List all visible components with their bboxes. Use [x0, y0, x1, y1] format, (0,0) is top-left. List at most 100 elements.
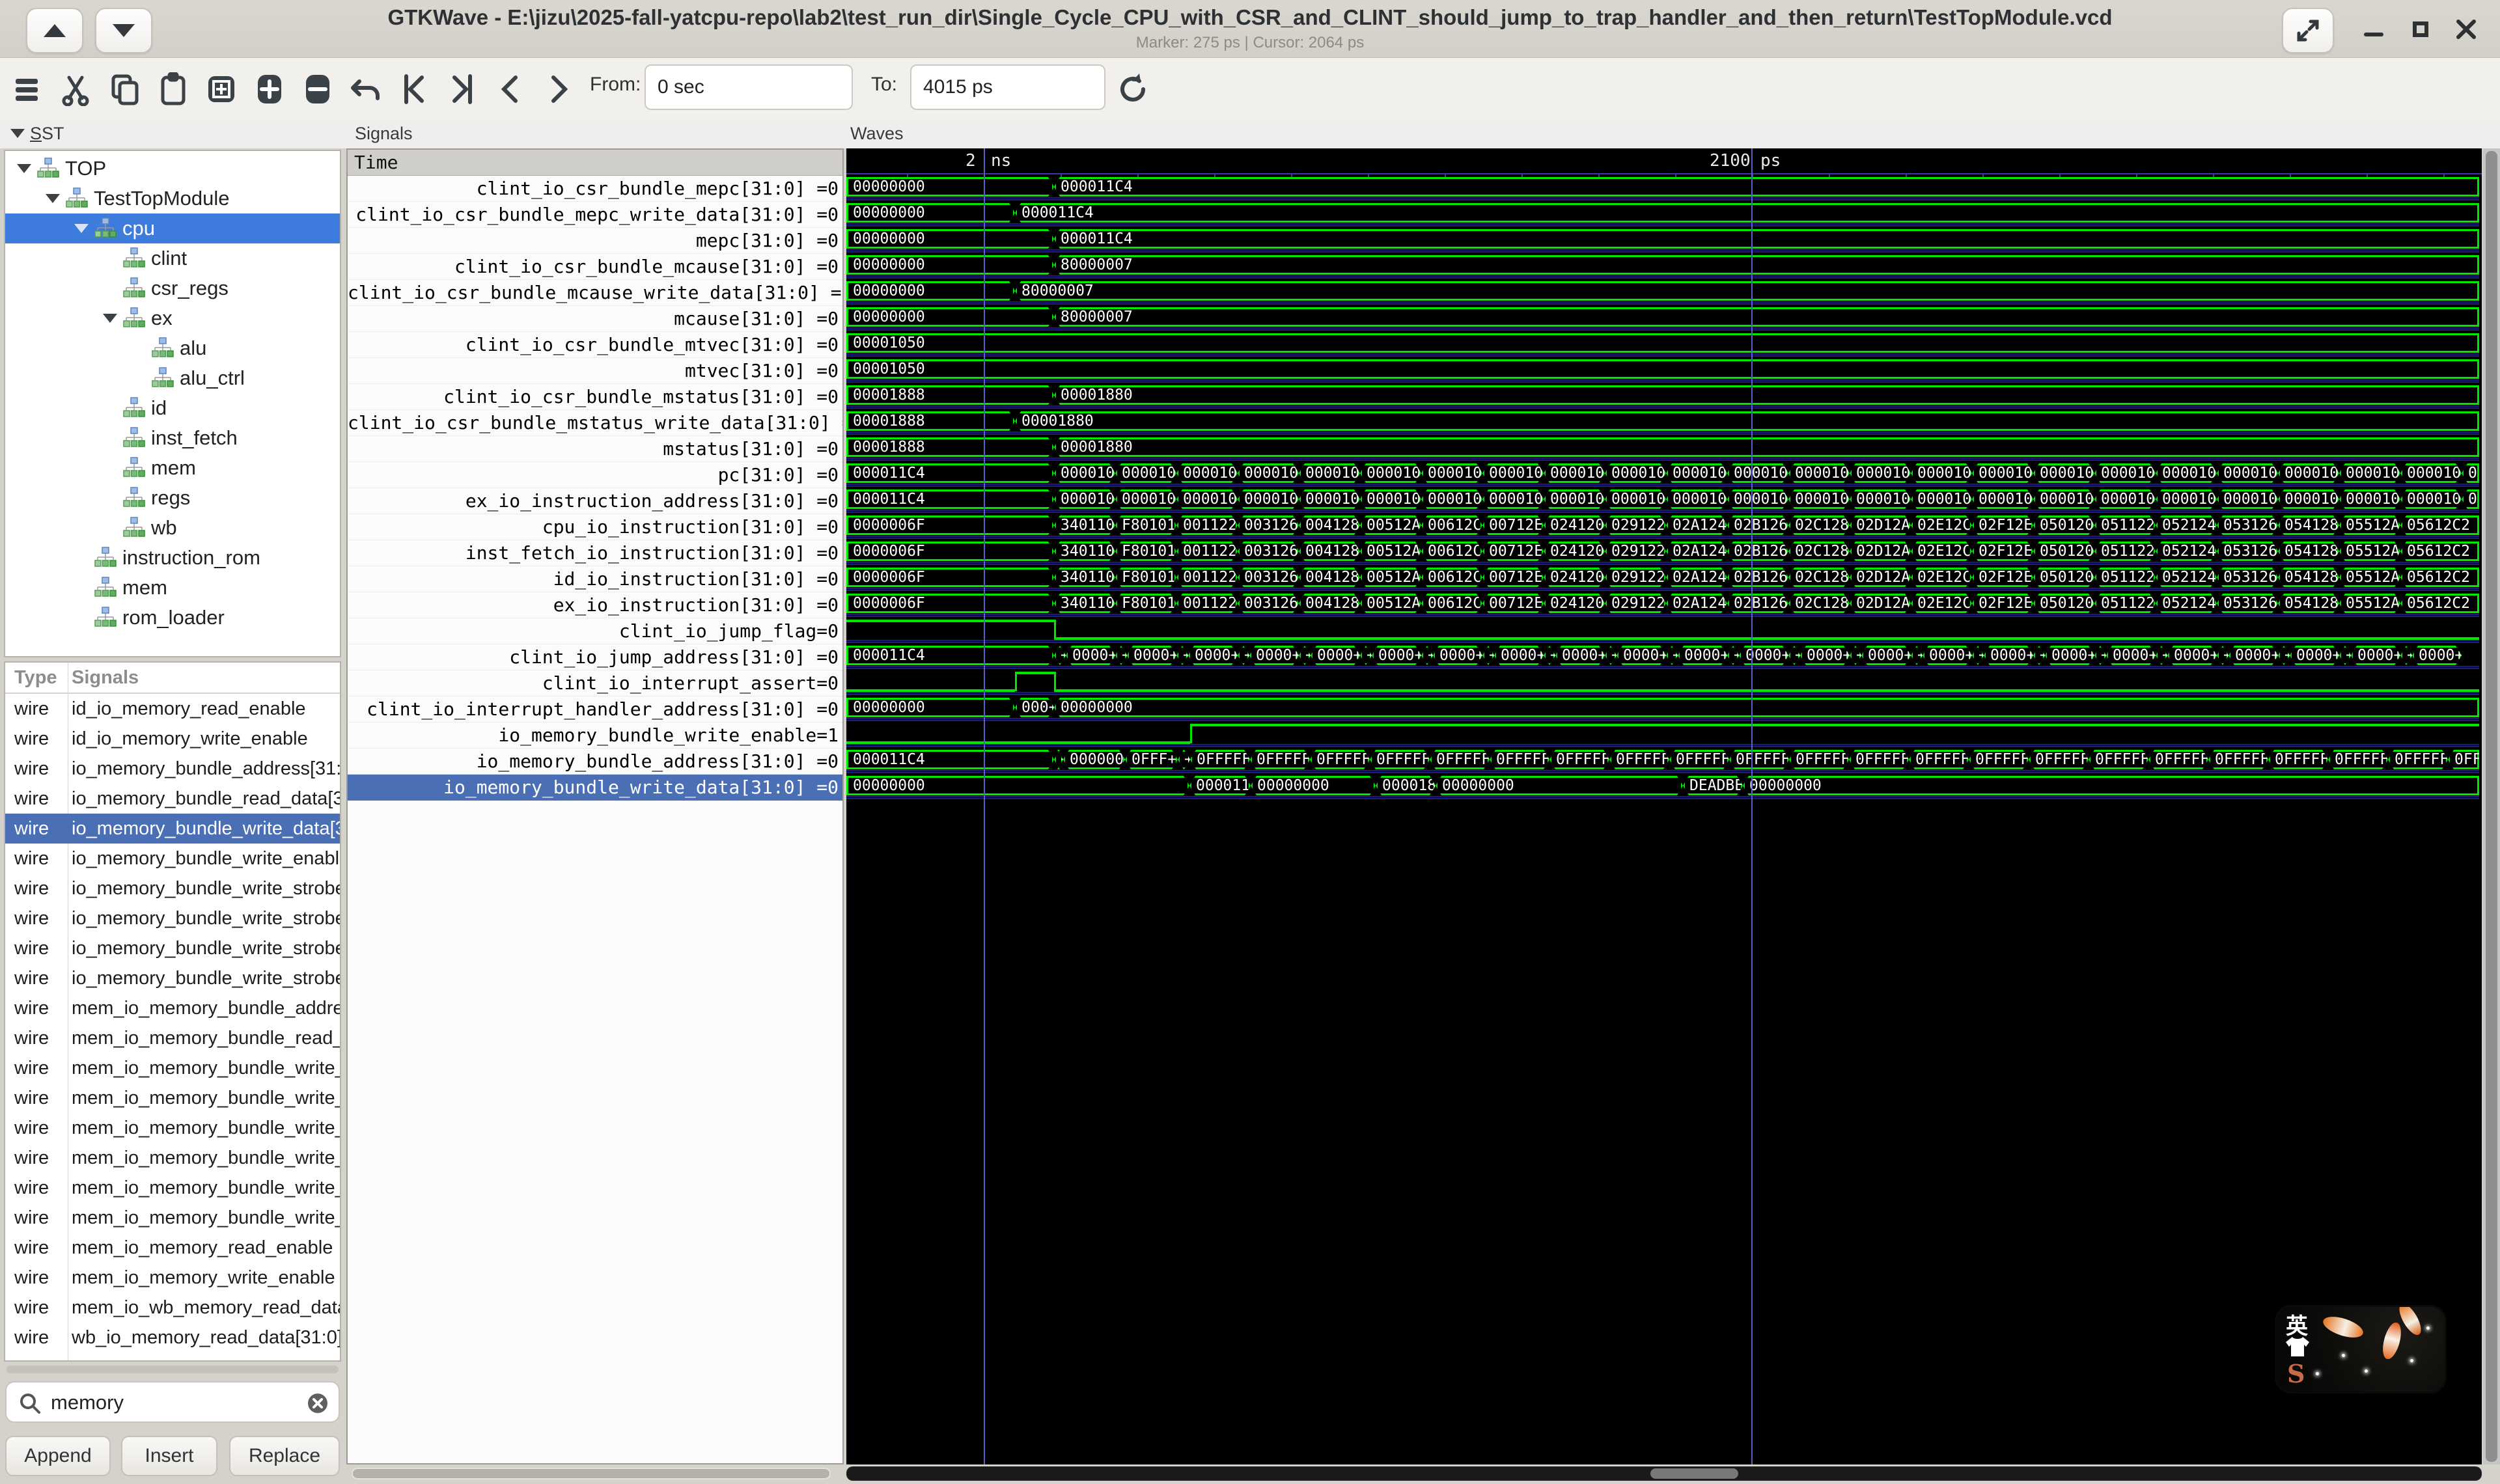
expander-icon[interactable] — [74, 224, 89, 233]
signal-list-row[interactable]: wire mem_io_memory_bundle_write_strob — [5, 1203, 340, 1233]
wave-trace[interactable] — [846, 721, 2479, 747]
wave-trace[interactable]: 00001050 — [846, 357, 2479, 383]
tree-item-regs[interactable]: regs — [5, 483, 340, 513]
wave-trace[interactable]: 00001888 00001880 — [846, 409, 2479, 435]
signal-list-row[interactable]: wire mem_io_memory_bundle_write_data[ — [5, 1053, 340, 1083]
expander-icon[interactable] — [103, 314, 117, 323]
signal-list-row[interactable]: wire io_memory_bundle_write_enable — [5, 844, 340, 873]
time-marker-line[interactable] — [984, 148, 985, 1464]
waves-vscrollbar[interactable] — [2483, 148, 2500, 1464]
wave-signal-label[interactable]: clint_io_csr_bundle_mstatus[31:0] =0 — [348, 384, 842, 410]
wave-trace[interactable]: 0000006F340110+F80101+001122+003126+0041… — [846, 591, 2479, 617]
skip-start-icon[interactable] — [396, 68, 432, 110]
signal-list-hscrollbar[interactable] — [7, 1366, 339, 1373]
wave-signal-label[interactable]: clint_io_interrupt_handler_address[31:0]… — [348, 696, 842, 722]
signal-list-row[interactable]: wire io_memory_bundle_write_strobe_2 — [5, 933, 340, 963]
tree-item-mem[interactable]: mem — [5, 573, 340, 603]
tree-item-wb[interactable]: wb — [5, 513, 340, 543]
wave-signal-label[interactable]: inst_fetch_io_instruction[31:0] =0 — [348, 540, 842, 566]
wave-trace[interactable]: 0000006F340110+F80101+001122+003126+0041… — [846, 565, 2479, 591]
search-input[interactable] — [49, 1385, 299, 1420]
zoom-fit-icon[interactable] — [203, 68, 240, 110]
reload-icon[interactable] — [1115, 68, 1151, 110]
names-hscrollbar-thumb[interactable] — [353, 1469, 829, 1478]
prev-edge-icon[interactable] — [492, 68, 529, 110]
wave-signal-label[interactable]: mcause[31:0] =0 — [348, 306, 842, 332]
wave-signal-label[interactable]: mepc[31:0] =0 — [348, 228, 842, 254]
tree-item-ex[interactable]: ex — [5, 303, 340, 333]
signal-list-row[interactable]: wire id_io_memory_read_enable — [5, 694, 340, 724]
wave-trace[interactable] — [846, 669, 2479, 695]
replace-button[interactable]: Replace — [229, 1436, 340, 1476]
tree-item-rom_loader[interactable]: rom_loader — [5, 603, 340, 633]
signal-list-row[interactable]: wire wb_io_memory_read_data[31:0] — [5, 1323, 340, 1353]
signal-list-row[interactable]: wire io_memory_bundle_write_strobe_1 — [5, 903, 340, 933]
close-button[interactable] — [2447, 8, 2486, 51]
wave-signal-label[interactable]: io_memory_bundle_write_data[31:0] =0 — [348, 775, 842, 801]
minimize-button[interactable] — [2355, 8, 2392, 51]
cut-icon[interactable] — [59, 68, 95, 110]
expander-icon[interactable] — [17, 164, 31, 173]
insert-button[interactable]: Insert — [121, 1436, 217, 1476]
from-input[interactable] — [645, 64, 853, 110]
wave-signal-label[interactable]: ex_io_instruction_address[31:0] =0 — [348, 488, 842, 514]
wave-signal-label[interactable]: clint_io_interrupt_assert=0 — [348, 670, 842, 696]
scroll-down-button[interactable] — [95, 8, 152, 53]
wave-trace[interactable]: 00000000 80000007 — [846, 305, 2479, 331]
signal-list-row[interactable]: wire io_memory_bundle_write_data[31:0] — [5, 814, 340, 844]
signal-list-row[interactable]: wire mem_io_memory_bundle_write_strob — [5, 1173, 340, 1203]
wave-signal-label[interactable]: clint_io_csr_bundle_mcause_write_data[31… — [348, 280, 842, 306]
signal-list-row[interactable]: wire mem_io_memory_read_enable — [5, 1233, 340, 1263]
wave-signal-label[interactable]: mstatus[31:0] =0 — [348, 436, 842, 462]
wave-canvas[interactable]: 2 ns 2100 ps 00000000 000011C4 00000000 000011… — [846, 148, 2482, 1464]
menu-icon[interactable] — [10, 68, 47, 110]
waves-hscrollbar-thumb[interactable] — [1650, 1468, 1738, 1479]
wave-trace[interactable]: 0000006F340110+F80101+001122+003126+0041… — [846, 513, 2479, 539]
wave-signal-label[interactable]: clint_io_csr_bundle_mstatus_write_data[3… — [348, 410, 842, 436]
wave-signal-label[interactable]: ex_io_instruction[31:0] =0 — [348, 592, 842, 618]
append-button[interactable]: Append — [5, 1436, 111, 1476]
signal-list-row[interactable]: wire mem_io_memory_bundle_address[31 — [5, 993, 340, 1023]
time-marker-line[interactable] — [1751, 148, 1753, 1464]
wave-signal-label[interactable]: cpu_io_instruction[31:0] =0 — [348, 514, 842, 540]
signal-list-row[interactable]: wire mem_io_memory_bundle_read_data[ — [5, 1023, 340, 1053]
next-edge-icon[interactable] — [540, 68, 577, 110]
signal-list-row[interactable]: wire mem_io_memory_bundle_write_strob — [5, 1143, 340, 1173]
wave-trace[interactable]: 00000000 80000007 — [846, 279, 2479, 305]
signal-list-row[interactable]: wire io_memory_bundle_write_strobe_3 — [5, 963, 340, 993]
names-hscrollbar[interactable] — [352, 1468, 831, 1479]
waves-hscrollbar[interactable] — [846, 1466, 2482, 1481]
maximize-button[interactable] — [2402, 8, 2439, 51]
wave-signal-label[interactable]: pc[31:0] =0 — [348, 462, 842, 488]
wave-trace[interactable]: 000011C4+000000+0FFF++0FFFFF+0FFFFF+0FFF… — [846, 747, 2479, 773]
wave-trace[interactable]: 00000000 000+ 00000000 — [846, 695, 2479, 721]
wave-signal-label[interactable]: clint_io_csr_bundle_mtvec[31:0] =0 — [348, 332, 842, 358]
signal-list-row[interactable]: wire io_memory_bundle_address[31:0] — [5, 754, 340, 784]
expander-icon[interactable] — [46, 194, 60, 203]
wave-signal-label[interactable]: io_memory_bundle_write_enable=1 — [348, 722, 842, 749]
tree-item-cpu[interactable]: cpu — [5, 213, 340, 243]
tree-item-instruction_rom[interactable]: instruction_rom — [5, 543, 340, 573]
signal-list-row[interactable]: wire id_io_memory_write_enable — [5, 724, 340, 754]
signal-list-row[interactable]: wire io_memory_bundle_write_strobe_0 — [5, 873, 340, 903]
wave-signal-label[interactable]: clint_io_jump_address[31:0] =0 — [348, 644, 842, 670]
tree-item-alu_ctrl[interactable]: alu_ctrl — [5, 363, 340, 393]
wave-signal-label[interactable]: clint_io_csr_bundle_mepc[31:0] =0 — [348, 176, 842, 202]
signal-list-row[interactable]: wire mem_io_wb_memory_read_data[31:0 — [5, 1293, 340, 1323]
wave-trace[interactable]: 00000000 000011C4 — [846, 227, 2479, 253]
zoom-out-icon[interactable] — [299, 68, 336, 110]
wave-trace[interactable]: 00001050 — [846, 331, 2479, 357]
wave-trace[interactable]: 00000000 80000007 — [846, 253, 2479, 279]
wave-trace[interactable]: 000011C4000010+000010+000010+000010+0000… — [846, 487, 2479, 513]
wave-trace[interactable]: 00000000000011+00000000000018+00000000DE… — [846, 773, 2479, 799]
wave-trace[interactable]: 00001888 00001880 — [846, 435, 2479, 461]
wave-trace[interactable]: 00001888 00001880 — [846, 383, 2479, 409]
tree-item-alu[interactable]: alu — [5, 333, 340, 363]
expand-window-button[interactable] — [2282, 8, 2334, 53]
sst-collapse-icon[interactable] — [10, 129, 25, 138]
signal-list-row[interactable]: wire io_memory_bundle_read_data[31:0] — [5, 784, 340, 814]
wave-trace[interactable]: 000011C4 +0000+ +0000+ +0000+ +0000+ +0000+ +0… — [846, 643, 2479, 669]
tree-item-mem[interactable]: mem — [5, 453, 340, 483]
signal-list-row[interactable]: wire mem_io_memory_bundle_write_strob — [5, 1113, 340, 1143]
skip-end-icon[interactable] — [444, 68, 480, 110]
